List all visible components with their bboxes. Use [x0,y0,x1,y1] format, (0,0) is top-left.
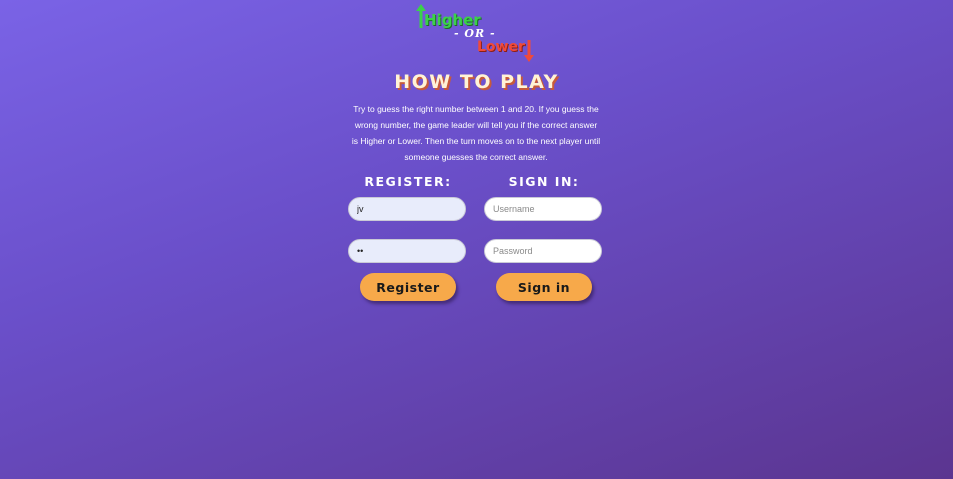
register-heading: REGISTER: [364,174,452,189]
signin-button[interactable]: Sign in [496,273,592,301]
down-arrow-icon [524,40,534,62]
instructions-text: Try to guess the right number between 1 … [351,104,601,162]
signin-heading: SIGN IN: [508,174,580,189]
register-password-input[interactable] [348,239,466,263]
signin-username-input[interactable] [484,197,602,221]
logo-lower-text: Lower [477,39,525,55]
register-button[interactable]: Register [360,273,456,301]
page-title: HOW TO PLAY [394,71,559,93]
register-username-input[interactable] [348,197,466,221]
game-logo: Higher - OR - Lower [414,3,540,62]
signin-password-input[interactable] [484,239,602,263]
